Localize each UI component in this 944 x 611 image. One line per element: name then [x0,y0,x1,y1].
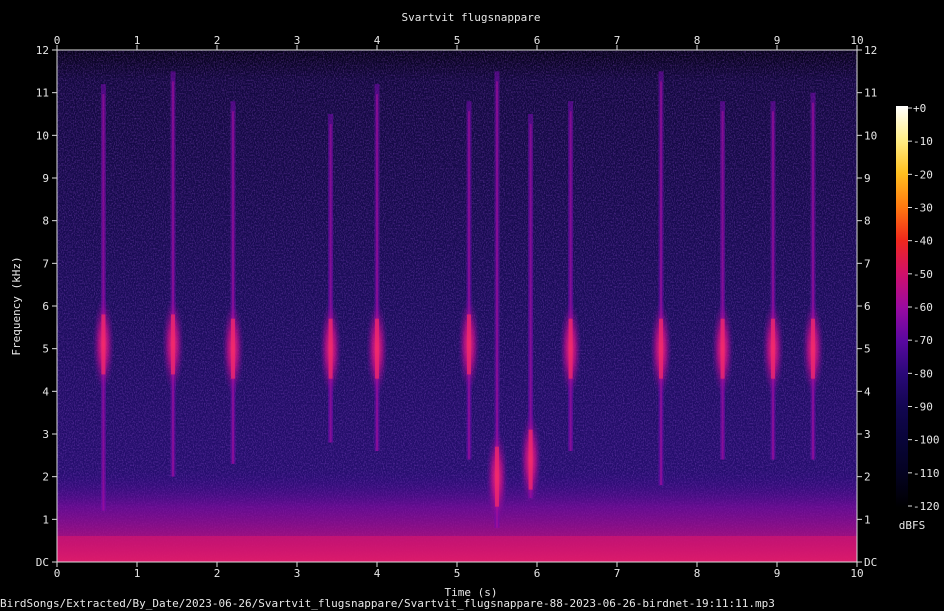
y-tick-label-right: DC [864,556,877,569]
colorbar-tick-label: -110 [913,467,940,480]
y-tick-label: 5 [42,343,49,356]
call-peak-core [495,446,499,507]
y-tick-label-right: 9 [864,172,871,185]
y-tick-label: 10 [36,129,49,142]
x-tick-label: 6 [534,567,541,580]
y-tick-label-right: 8 [864,215,871,228]
x-tick-label-top: 9 [774,34,781,47]
call-peak-core [231,318,235,379]
x-tick-label-top: 1 [134,34,141,47]
call-peak-core [771,318,775,379]
x-tick-label-top: 0 [54,34,61,47]
y-tick-label: DC [36,556,49,569]
y-tick-label: 11 [36,87,49,100]
call-peak-core [101,314,106,375]
call-peak-core [328,318,333,379]
spectrogram-svg: Svartvit flugsnappare 0 1 2 3 4 5 6 7 8 9 10 01234… [0,11,940,610]
x-tick-label: 5 [454,567,461,580]
dc-band [57,536,857,562]
call-peak-core [720,318,725,379]
colorbar: +0 -10 -20 -30 -40 -50 -60 -70 -80 -90 -100 -110 -12… [896,102,940,532]
x-tick-label: 0 [54,567,61,580]
x-tick-label: 8 [694,567,701,580]
x-tick-label: 9 [774,567,781,580]
y-tick-label-right: 11 [864,87,877,100]
y-tick-label-right: 12 [864,44,877,57]
colorbar-tick-label: -120 [913,500,940,513]
call-core [376,94,378,452]
call-peak-core [171,314,175,375]
colorbar-tick-label: -10 [913,135,933,148]
x-axis-bottom: 0 1 2 3 4 5 6 7 8 9 10 [54,562,864,580]
y-tick-label-right: 4 [864,385,871,398]
x-tick-label-top: 3 [294,34,301,47]
call-core [232,111,234,464]
x-tick-label: 4 [374,567,381,580]
call-peak-core [528,429,533,490]
y-tick-label-right: 3 [864,428,871,441]
call-core [812,102,814,460]
colorbar-tick-label: -60 [913,301,933,314]
colorbar-gradient [896,106,908,508]
call-peak-core [568,318,573,379]
x-tick-label: 2 [214,567,221,580]
colorbar-tick-label: +0 [913,102,926,115]
x-axis-top: 0 1 2 3 4 5 6 7 8 9 10 [54,34,864,50]
colorbar-tick-label: -90 [913,401,933,414]
y-tick-label-right: 7 [864,257,871,270]
y-tick-label-right: 2 [864,471,871,484]
y-tick-label: 8 [42,215,49,228]
call-peak-core [659,318,663,379]
x-tick-label-top: 10 [850,34,863,47]
colorbar-tick-label: -100 [913,434,940,447]
call-peak-core [467,314,471,375]
y-axis-left: DC123456789101112 [36,44,57,569]
y-axis-right: DC123456789101112 [857,44,877,569]
x-tick-label-top: 5 [454,34,461,47]
x-tick-label: 3 [294,567,301,580]
call-peak-core [811,318,815,379]
call-core [660,81,662,486]
call-peak-core [375,318,379,379]
call-core [569,111,572,452]
call-core [721,111,724,460]
y-tick-label-right: 6 [864,300,871,313]
colorbar-ticks: +0 -10 -20 -30 -40 -50 -60 -70 -80 -90 -100 -110 -12… [908,102,940,513]
colorbar-unit: dBFS [899,519,926,532]
x-tick-label: 1 [134,567,141,580]
spectrogram-figure: Svartvit flugsnappare 0 1 2 3 4 5 6 7 8 9 10 01234… [0,0,944,611]
y-tick-label: 4 [42,385,49,398]
call-core [772,111,774,460]
x-tick-label-top: 2 [214,34,221,47]
x-tick-label: 10 [850,567,863,580]
y-tick-label-right: 1 [864,513,871,526]
call-core [468,111,470,460]
call-core [172,81,174,477]
x-tick-label-top: 4 [374,34,381,47]
colorbar-tick-label: -70 [913,334,933,347]
colorbar-tick-label: -80 [913,367,933,380]
colorbar-tick-label: -30 [913,202,933,215]
colorbar-tick-label: -40 [913,235,933,248]
colorbar-tick-label: -50 [913,268,933,281]
x-tick-label-top: 6 [534,34,541,47]
y-tick-label: 6 [42,300,49,313]
y-tick-label: 7 [42,257,49,270]
colorbar-tick-label: -20 [913,168,933,181]
plot-area [56,49,858,563]
x-tick-label: 7 [614,567,621,580]
y-tick-label-right: 5 [864,343,871,356]
y-tick-label: 1 [42,513,49,526]
y-tick-label: 9 [42,172,49,185]
y-tick-label: 3 [42,428,49,441]
x-tick-label-top: 8 [694,34,701,47]
y-tick-label: 2 [42,471,49,484]
y-tick-label: 12 [36,44,49,57]
x-tick-label-top: 7 [614,34,621,47]
y-tick-label-right: 10 [864,129,877,142]
y-axis-label: Frequency (kHz) [10,256,23,355]
file-path: BirdSongs/Extracted/By_Date/2023-06-26/S… [0,597,775,610]
chart-title: Svartvit flugsnappare [401,11,540,24]
